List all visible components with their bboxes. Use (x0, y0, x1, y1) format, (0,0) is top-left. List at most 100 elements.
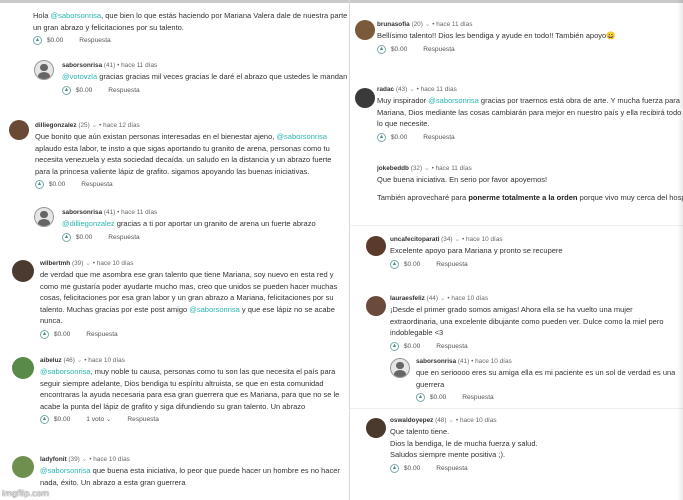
upvote-icon[interactable]: ▲ (390, 341, 399, 351)
payout-value[interactable]: $0.00 (430, 392, 447, 403)
comment-meta: uncafecitoparati (34) ⌄ • hace 10 días (390, 236, 503, 243)
avatar-icon[interactable] (366, 236, 386, 256)
avatar-icon[interactable] (12, 456, 34, 478)
payout-value[interactable]: $0.00 (404, 341, 421, 352)
upvote-icon[interactable]: ▲ (40, 415, 49, 424)
comment-time[interactable]: hace 10 días (88, 357, 125, 364)
chevron-down-icon[interactable]: ⌄ (448, 417, 454, 424)
payout-value[interactable]: $0.00 (404, 463, 421, 474)
user-mention-link[interactable]: @saborsonrisa (276, 132, 327, 141)
avatar-icon[interactable] (9, 120, 29, 140)
avatar-icon[interactable] (34, 60, 54, 80)
avatar-icon[interactable] (355, 88, 375, 108)
chevron-down-icon[interactable]: ⌄ (91, 122, 97, 129)
reply-link[interactable]: Respuesta (127, 414, 159, 425)
comment-meta: brunasofia (20) ⌄ • hace 11 días (377, 21, 473, 28)
author-name[interactable]: wilbertmh (40, 260, 70, 267)
reply-link[interactable]: Respuesta (462, 392, 494, 403)
comment-time[interactable]: hace 12 días (103, 122, 140, 129)
chevron-down-icon[interactable]: ⌄ (440, 295, 446, 302)
reply-link[interactable]: Respuesta (436, 463, 468, 474)
chevron-down-icon[interactable]: ⌄ (82, 456, 88, 463)
comment-time[interactable]: hace 10 días (466, 236, 503, 243)
upvote-icon[interactable]: ▲ (377, 132, 386, 142)
user-mention-link[interactable]: @saborsonrisa (40, 367, 91, 376)
author-name[interactable]: saborsonrisa (416, 358, 456, 365)
payout-value[interactable]: $0.00 (391, 132, 408, 143)
comment-time[interactable]: hace 10 días (97, 260, 134, 267)
comment-time[interactable]: hace 10 días (460, 417, 497, 424)
user-mention-link[interactable]: @dilliegonzalez (62, 219, 115, 228)
reply-link[interactable]: Respuesta (423, 132, 455, 143)
avatar-icon[interactable] (366, 296, 386, 316)
reply-link[interactable]: Respuesta (108, 232, 140, 243)
comment-meta: ladyfonit (39) ⌄ • hace 10 días (40, 456, 130, 463)
reply-link[interactable]: Respuesta (108, 85, 140, 96)
comment-body: Que talento tiene. (390, 426, 682, 438)
payout-value[interactable]: $0.00 (49, 179, 66, 190)
reply-link[interactable]: Respuesta (436, 259, 468, 270)
user-mention-link[interactable]: @saborsonrisa (428, 96, 479, 105)
author-name[interactable]: brunasofia (377, 21, 410, 28)
comment-time[interactable]: hace 11 días (436, 21, 472, 28)
comment-time[interactable]: hace 10 días (451, 295, 488, 302)
comment-time[interactable]: hace 11 días (421, 86, 457, 93)
avatar-icon[interactable] (12, 260, 34, 282)
comment-time[interactable]: hace 11 días (121, 62, 157, 69)
upvote-icon[interactable]: ▲ (40, 329, 49, 339)
author-name[interactable]: dilliegonzalez (35, 122, 77, 129)
upvote-icon[interactable]: ▲ (62, 85, 71, 95)
reply-link[interactable]: Respuesta (79, 35, 111, 46)
upvote-icon[interactable]: ▲ (390, 463, 399, 473)
author-name[interactable]: oswaldoyepez (390, 417, 433, 424)
user-mention-link[interactable]: @saborsonrisa (51, 11, 102, 20)
author-name[interactable]: radac (377, 86, 394, 93)
payout-value[interactable]: $0.00 (54, 329, 71, 340)
author-name[interactable]: saborsonrisa (62, 62, 102, 69)
author-name[interactable]: jokebeddb (377, 165, 409, 172)
reply-link[interactable]: Respuesta (423, 44, 455, 55)
chevron-down-icon[interactable]: ⌄ (85, 260, 91, 267)
payout-value[interactable]: $0.00 (404, 259, 421, 270)
payout-value[interactable]: $0.00 (54, 414, 71, 425)
reply-link[interactable]: Respuesta (436, 341, 468, 352)
comment-time[interactable]: hace 10 días (93, 456, 130, 463)
chevron-down-icon[interactable]: ⌄ (454, 236, 460, 243)
author-name[interactable]: lauraesfeliz (390, 295, 425, 302)
author-name[interactable]: aibeluz (40, 357, 62, 364)
reply-link[interactable]: Respuesta (81, 179, 113, 190)
avatar-icon[interactable] (390, 358, 410, 378)
text-segment: ¡Desde el primer grado somos amigas! Aho… (390, 305, 664, 337)
chevron-down-icon[interactable]: ⌄ (424, 165, 430, 172)
avatar-icon[interactable] (34, 207, 54, 227)
chevron-down-icon[interactable]: ⌄ (106, 414, 112, 425)
user-mention-link[interactable]: @saborsonrisa (40, 466, 91, 475)
user-mention-link[interactable]: @votovzla (62, 72, 97, 81)
chevron-down-icon[interactable]: ⌄ (77, 357, 83, 364)
upvote-icon[interactable]: ▲ (62, 232, 71, 242)
avatar-icon[interactable] (12, 357, 34, 379)
author-name[interactable]: ladyfonit (40, 456, 67, 463)
payout-value[interactable]: $0.00 (391, 44, 408, 55)
reply-link[interactable]: Respuesta (86, 329, 118, 340)
comment-time[interactable]: hace 11 días (121, 209, 157, 216)
payout-value[interactable]: $0.00 (76, 232, 93, 243)
payout-value[interactable]: $0.00 (76, 85, 93, 96)
upvote-icon[interactable]: ▲ (377, 44, 386, 54)
upvote-icon[interactable]: ▲ (390, 259, 399, 269)
avatar-icon[interactable] (355, 20, 375, 40)
upvote-icon[interactable]: ▲ (416, 393, 425, 402)
comment-body: @votovzla gracias gracias mil veces grac… (62, 71, 352, 83)
author-name[interactable]: uncafecitoparati (390, 236, 439, 243)
payout-value[interactable]: $0.00 (47, 35, 64, 46)
avatar-icon[interactable] (366, 418, 386, 438)
upvote-icon[interactable]: ▲ (35, 180, 44, 189)
votes-count[interactable]: 1 voto (86, 414, 104, 425)
upvote-icon[interactable]: ▲ (33, 36, 42, 45)
chevron-down-icon[interactable]: ⌄ (409, 86, 415, 93)
chevron-down-icon[interactable]: ⌄ (425, 21, 431, 28)
author-name[interactable]: saborsonrisa (62, 209, 102, 216)
comment-time[interactable]: hace 11 días (436, 165, 472, 172)
user-mention-link[interactable]: @saborsonrisa (189, 305, 240, 314)
comment-time[interactable]: hace 10 días (475, 358, 512, 365)
